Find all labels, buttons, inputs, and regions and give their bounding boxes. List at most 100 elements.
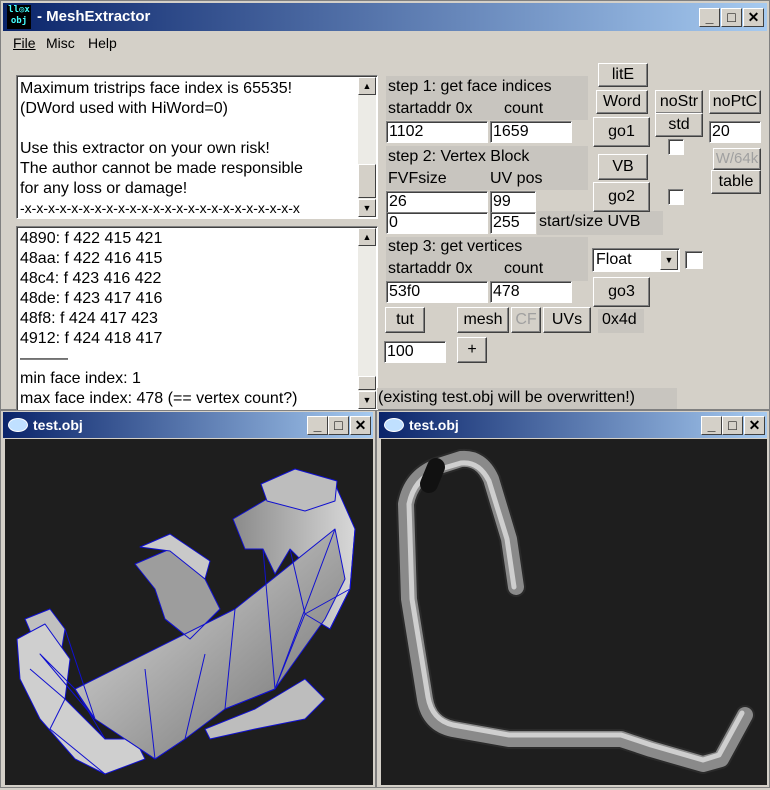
uvs-button[interactable]: UVs	[543, 307, 591, 333]
step2-uvpos-input[interactable]: 99	[490, 191, 536, 213]
info-line: Maximum tristrips face index is 65535!	[20, 80, 293, 97]
std-checkbox[interactable]	[668, 139, 684, 155]
format-select[interactable]: Float ▼	[592, 248, 680, 272]
go2-checkbox[interactable]	[668, 189, 684, 205]
tut-button[interactable]: tut	[385, 307, 425, 333]
noptc-button[interactable]: noPtC	[709, 90, 761, 114]
info-line	[20, 120, 303, 140]
main-window: ll◎x obj - MeshExtractor _ □ ✕ File Misc…	[0, 0, 770, 411]
info-panel[interactable]: Maximum tristrips face index is 65535! (…	[16, 75, 378, 219]
go2-button[interactable]: go2	[593, 182, 650, 212]
main-titlebar[interactable]: ll◎x obj - MeshExtractor _ □ ✕	[3, 3, 767, 31]
viewer-right-titlebar[interactable]: test.obj _ □ ✕	[379, 412, 767, 438]
mesh-render-left	[16, 468, 356, 775]
close-icon[interactable]: ✕	[743, 8, 764, 27]
go1-button[interactable]: go1	[593, 117, 650, 147]
menu-bar: File Misc Help	[3, 32, 767, 54]
minimize-icon[interactable]: _	[307, 416, 328, 435]
step2-uvpos-label: UV pos	[490, 170, 543, 187]
step2-title: step 2: Vertex Block	[388, 148, 530, 165]
nostr-button[interactable]: noStr	[655, 90, 703, 114]
log-line: 48aa: f 422 416 415	[20, 250, 163, 267]
step3-startaddr-label: startaddr 0x	[388, 260, 473, 277]
chevron-down-icon[interactable]: ▼	[660, 250, 678, 270]
step3-title: step 3: get vertices	[388, 238, 523, 255]
log-panel[interactable]: 4890: f 422 415 421 48aa: f 422 416 415 …	[16, 226, 378, 411]
window-title: - MeshExtractor	[37, 8, 151, 25]
log-line: 48c4: f 423 416 422	[20, 270, 162, 287]
overwrite-note: (existing test.obj will be overwritten!)	[378, 389, 635, 406]
table-button[interactable]: table	[711, 170, 761, 194]
format-checkbox[interactable]	[685, 251, 703, 269]
minimize-icon[interactable]: _	[699, 8, 720, 27]
scroll-thumb[interactable]	[358, 164, 376, 198]
close-icon[interactable]: ✕	[350, 416, 371, 435]
menu-file[interactable]: File	[13, 35, 36, 51]
info-line: -x-x-x-x-x-x-x-x-x-x-x-x-x-x-x-x-x-x-x-x…	[20, 200, 300, 216]
window-title-text: MeshExtractor	[46, 8, 151, 25]
step2-size-input[interactable]: 255	[490, 212, 536, 234]
log-text: 4890: f 422 415 421 48aa: f 422 416 415 …	[20, 230, 297, 410]
maximize-icon[interactable]: □	[328, 416, 349, 435]
scroll-down-icon[interactable]: ▼	[358, 391, 376, 409]
info-line: for any loss or damage!	[20, 180, 188, 197]
step3-count-label: count	[504, 260, 544, 277]
info-scrollbar[interactable]: ▲ ▼	[358, 77, 376, 217]
step1-count-label: count	[504, 100, 544, 117]
log-line: 48f8: f 424 417 423	[20, 310, 158, 327]
maximize-icon[interactable]: □	[721, 8, 742, 27]
mesh-viewport-right[interactable]	[381, 439, 767, 785]
log-scrollbar[interactable]: ▲ ▼	[358, 228, 376, 409]
w64k-button[interactable]: W/64k	[713, 148, 761, 170]
log-line: 4890: f 422 415 421	[20, 230, 163, 247]
mesh-viewport-left[interactable]	[5, 439, 373, 785]
mesh-render-right	[396, 448, 755, 774]
menu-help[interactable]: Help	[88, 35, 117, 51]
viewer-left-titlebar[interactable]: test.obj _ □ ✕	[3, 412, 373, 438]
lite-button[interactable]: litE	[598, 63, 648, 87]
go3-button[interactable]: go3	[593, 277, 650, 307]
info-line: Use this extractor on your own risk!	[20, 140, 270, 157]
step2-fvfsize-input[interactable]: 26	[386, 191, 488, 213]
step1-startaddr-input[interactable]: 1102	[386, 121, 488, 143]
plus-button[interactable]: +	[457, 337, 487, 363]
app-icon-line2: obj	[10, 16, 28, 26]
step1-count-input[interactable]: 1659	[490, 121, 572, 143]
app-icon-line1: ll◎x	[8, 5, 30, 15]
viewer-right-window: test.obj _ □ ✕	[376, 410, 770, 788]
viewer-left-title: test.obj	[33, 417, 83, 433]
viewer-left-window: test.obj _ □ ✕	[0, 410, 376, 788]
step3-startaddr-input[interactable]: 53f0	[386, 281, 488, 303]
step1-startaddr-label: startaddr 0x	[388, 100, 473, 117]
scroll-up-icon[interactable]: ▲	[358, 77, 376, 95]
step3-count-input[interactable]: 478	[490, 281, 572, 303]
hex-value-label: 0x4d	[602, 311, 637, 328]
value-100-input[interactable]: 100	[384, 341, 446, 363]
log-line: 4912: f 424 418 417	[20, 330, 163, 347]
scroll-thumb[interactable]	[358, 376, 376, 390]
step2-fvf-label: FVFsize	[388, 170, 447, 187]
step2-startsize-label: start/size UVB	[539, 213, 641, 230]
word-button[interactable]: Word	[596, 90, 648, 114]
value-20-input[interactable]: 20	[709, 121, 761, 143]
info-line: (DWord used with HiWord=0)	[20, 100, 228, 117]
std-button[interactable]: std	[655, 113, 703, 137]
minimize-icon[interactable]: _	[701, 416, 722, 435]
log-line: 48de: f 423 417 416	[20, 290, 163, 307]
app-icon: ll◎x obj	[7, 5, 31, 29]
maximize-icon[interactable]: □	[722, 416, 743, 435]
scroll-down-icon[interactable]: ▼	[358, 199, 376, 217]
log-line: ———	[20, 350, 68, 367]
step2-start-input[interactable]: 0	[386, 212, 488, 234]
info-line: The author cannot be made responsible	[20, 160, 303, 177]
log-line: min face index: 1	[20, 370, 141, 387]
close-icon[interactable]: ✕	[744, 416, 765, 435]
menu-misc[interactable]: Misc	[46, 35, 75, 51]
log-line: max face index: 478 (== vertex count?)	[20, 390, 298, 407]
format-value: Float	[596, 251, 632, 268]
scroll-up-icon[interactable]: ▲	[358, 228, 376, 246]
cf-button[interactable]: CF	[511, 307, 541, 333]
step1-title: step 1: get face indices	[388, 78, 552, 95]
vb-button[interactable]: VB	[598, 154, 648, 180]
mesh-button[interactable]: mesh	[457, 307, 509, 333]
